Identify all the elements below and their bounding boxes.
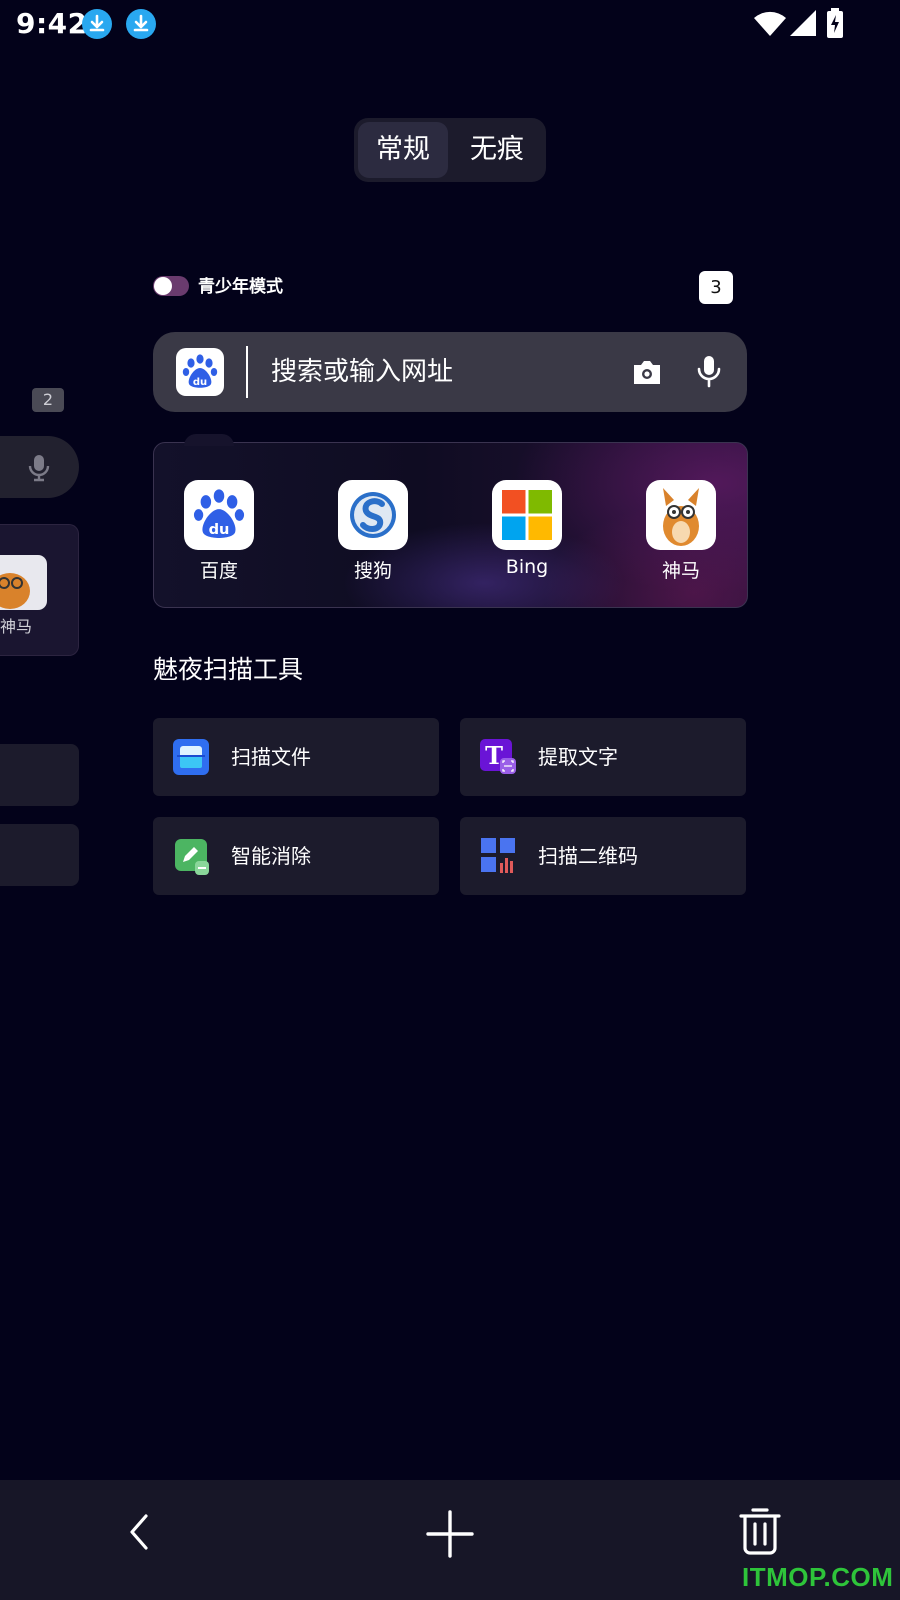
quick-app-bing[interactable]: Bing xyxy=(492,480,562,578)
status-time: 9:42 xyxy=(16,7,88,40)
tool-scan-qr[interactable]: 扫描二维码 xyxy=(460,817,746,895)
tool-extract-text[interactable]: T 提取文字 xyxy=(460,718,746,796)
tool-scan-document[interactable]: 扫描文件 xyxy=(153,718,439,796)
trash-icon[interactable] xyxy=(737,1504,783,1556)
baidu-icon: du xyxy=(184,480,254,550)
quick-app-label: 搜狗 xyxy=(353,560,392,582)
back-icon[interactable] xyxy=(124,1510,154,1554)
tool-label: 提取文字 xyxy=(538,745,618,769)
quick-app-shenma[interactable]: 神马 xyxy=(646,480,716,583)
tool-label: 扫描二维码 xyxy=(538,844,638,868)
background-quick-panel: 神马 xyxy=(0,524,79,656)
sogou-icon xyxy=(338,480,408,550)
background-tab-card[interactable]: 2 神马 xyxy=(0,380,80,900)
search-input[interactable]: 搜索或输入网址 xyxy=(271,332,453,412)
tool-label: 扫描文件 xyxy=(231,745,311,769)
tool-smart-erase[interactable]: 智能消除 xyxy=(153,817,439,895)
wifi-icon xyxy=(754,11,786,37)
quick-app-label: 神马 xyxy=(661,560,700,582)
search-bar[interactable]: du 搜索或输入网址 xyxy=(153,332,747,412)
quick-app-label: 百度 xyxy=(199,560,238,582)
battery-charging-icon xyxy=(827,8,843,38)
background-app-label: 神马 xyxy=(0,617,33,636)
camera-icon[interactable] xyxy=(631,356,663,388)
teen-mode-toggle[interactable] xyxy=(153,276,189,296)
microsoft-icon xyxy=(492,480,562,550)
search-divider xyxy=(246,346,248,398)
quick-app-sogou[interactable]: 搜狗 xyxy=(338,480,408,583)
svg-text:du: du xyxy=(209,521,230,538)
quick-app-baidu[interactable]: du 百度 xyxy=(184,480,254,583)
svg-text:du: du xyxy=(193,377,207,388)
background-search-bar xyxy=(0,436,79,498)
signal-icon xyxy=(790,10,816,36)
tab-count-badge[interactable]: 3 xyxy=(699,271,733,304)
mic-icon[interactable] xyxy=(693,354,725,390)
add-tab-icon[interactable] xyxy=(426,1510,474,1558)
toggle-knob xyxy=(154,277,172,295)
panel-notch xyxy=(184,434,234,446)
shenma-icon xyxy=(646,480,716,550)
background-tab-count: 2 xyxy=(32,388,64,412)
tab-incognito[interactable]: 无痕 xyxy=(452,122,542,178)
tab-normal[interactable]: 常规 xyxy=(358,122,448,178)
extract-text-icon: T xyxy=(480,739,516,774)
teen-mode-label: 青少年模式 xyxy=(198,277,283,297)
shenma-icon xyxy=(0,555,47,610)
qr-scan-icon xyxy=(481,838,515,873)
tools-section-title: 魅夜扫描工具 xyxy=(153,655,304,684)
smart-erase-icon xyxy=(175,839,209,875)
quick-access-panel: du 百度 搜狗 Bing 神马 xyxy=(153,434,748,608)
scan-document-icon xyxy=(173,739,209,775)
quick-app-label: Bing xyxy=(505,556,549,578)
background-tool-card xyxy=(0,824,79,886)
background-tool-card xyxy=(0,744,79,806)
tool-label: 智能消除 xyxy=(231,844,311,868)
status-bar: 9:42 xyxy=(0,0,900,50)
mic-icon xyxy=(28,455,50,482)
download-icon xyxy=(126,9,156,39)
baidu-paw-icon[interactable]: du xyxy=(176,348,224,396)
mode-switch: 常规 无痕 xyxy=(354,118,546,182)
watermark: ITMOP.COM xyxy=(742,1562,894,1592)
download-icon xyxy=(82,9,112,39)
